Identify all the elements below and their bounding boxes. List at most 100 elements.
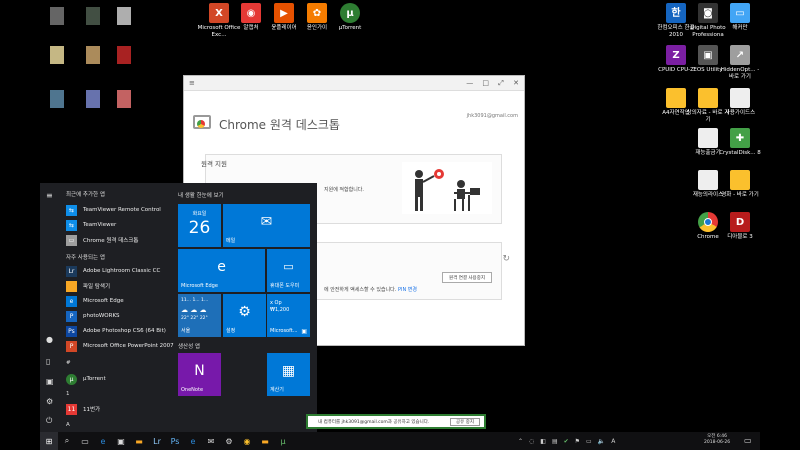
folder-icon[interactable]: ▬ <box>256 432 274 450</box>
app-edge[interactable]: e Microsoft Edge <box>66 294 178 308</box>
ime-label[interactable]: A <box>611 438 615 445</box>
chrome-icon <box>698 212 718 232</box>
store-icon[interactable]: ▣ <box>112 432 130 450</box>
folder-icon <box>66 280 77 292</box>
onenote-icon: N <box>194 362 205 379</box>
document-icon <box>698 170 718 190</box>
power-icon[interactable]: ⏻ <box>46 416 52 426</box>
photoshop-icon[interactable]: Ps <box>166 432 184 450</box>
tile-calculator[interactable]: ▦ 계산기 <box>267 353 310 396</box>
tile-store[interactable]: x Op ₩1,200 Microsoft... ▣ <box>267 294 310 337</box>
cpuz-icon: Z <box>666 45 686 65</box>
tray-app-icon[interactable]: ▤ <box>552 438 558 445</box>
app-utorrent[interactable]: µ μTorrent <box>66 372 178 386</box>
refresh-icon[interactable]: ↻ <box>502 254 510 264</box>
11st-icon: 11 <box>66 403 77 415</box>
remote-support-title: 원격 지원 <box>201 160 227 168</box>
lightroom-icon[interactable]: Lr <box>148 432 166 450</box>
num-header[interactable]: 1 <box>66 391 70 397</box>
desktop-icon-label: HiddenOpt... - 바로 가기 <box>720 67 760 80</box>
minimize-icon[interactable]: — <box>466 79 473 87</box>
stop-sharing-button[interactable]: 공유 중지 <box>450 418 480 426</box>
tray-app-icon[interactable]: ✔ <box>564 438 569 445</box>
document-icon <box>698 128 718 148</box>
settings-icon[interactable]: ⚙ <box>220 432 238 450</box>
utorrent-icon: µ <box>340 3 360 23</box>
window-title: Chrome 원격 데스크톱 <box>219 118 340 132</box>
start-icon[interactable]: ⊞ <box>40 432 58 450</box>
desktop-icon-utorrent[interactable]: µ μTorrent <box>328 3 372 32</box>
powerpoint-icon: P <box>66 340 77 352</box>
tile-edge[interactable]: e Microsoft Edge <box>178 249 265 292</box>
chrome-icon[interactable]: ◉ <box>238 432 256 450</box>
disable-remote-button[interactable]: 원격 연결 사용중지 <box>442 272 492 283</box>
settings-icon: ⚙ <box>238 303 251 320</box>
app-teamviewer[interactable]: ⇆ TeamViewer <box>66 218 178 232</box>
window-menu-icon[interactable]: ≡ <box>189 79 195 87</box>
edge-icon[interactable]: e <box>184 432 202 450</box>
phone-icon: ▭ <box>283 260 294 273</box>
desktop-icon-crystaldisk[interactable]: ✚ CrystalDisk... 8 <box>718 128 762 157</box>
app-photoworks[interactable]: PphotoWORKS <box>66 309 178 323</box>
app-11st[interactable]: 11 11번가 <box>66 402 178 416</box>
desktop-icon-diablo[interactable]: D 디아블로 3 <box>718 212 762 241</box>
document-icon[interactable]: ▯ <box>46 357 50 366</box>
app-icon: ▭ <box>730 3 750 23</box>
maximize-icon[interactable]: □ <box>482 79 489 87</box>
folder-icon <box>698 88 718 108</box>
app-lightroom[interactable]: Lr Adobe Lightroom Classic CC <box>66 264 178 278</box>
pin-change-link[interactable]: PIN 변경 <box>398 287 417 293</box>
desktop-icon-app[interactable]: ▭ 해커만 <box>718 3 762 32</box>
mail-icon[interactable]: ✉ <box>202 432 220 450</box>
tray-app-icon[interactable]: ◌ <box>529 438 534 445</box>
app-photoshop[interactable]: Ps Adobe Photoshop CS6 (64 Bit) <box>66 324 178 338</box>
tile-calendar[interactable]: 화요일 26 <box>178 204 221 247</box>
frequent-apps-header: 자주 사용되는 앱 <box>66 255 105 261</box>
speaker-icon[interactable]: 🔈 <box>598 438 605 445</box>
edge-icon: e <box>66 295 77 307</box>
fullscreen-icon[interactable]: ⤢ <box>498 79 504 87</box>
tile-phone-companion[interactable]: ▭ 휴대폰 도우미 <box>267 249 310 292</box>
a-header[interactable]: A <box>66 422 70 428</box>
start-rail: ≡ ● ▯ ▣ ⚙ ⏻ <box>40 183 62 432</box>
explorer-icon[interactable]: ▬ <box>130 432 148 450</box>
lightroom-icon: Lr <box>66 265 77 277</box>
tile-mail[interactable]: ✉ 메일 <box>223 204 310 247</box>
recent-apps-header: 최근에 추가한 앱 <box>66 192 105 198</box>
weather-cloud-icons: ☁ ☁ ☁ <box>181 306 207 314</box>
settings-icon[interactable]: ⚙ <box>46 397 53 406</box>
action-center-icon[interactable]: ▭ <box>744 436 752 445</box>
tiles-group-header: 내 생활 한눈에 보기 <box>178 193 224 199</box>
tile-weather[interactable]: 11... 1... 1... ☁ ☁ ☁ 22° 22° 22° 서울 <box>178 294 221 337</box>
app-chrome-remote-desktop[interactable]: ▭ Chrome 원격 데스크톱 <box>66 233 178 247</box>
app-file-explorer[interactable]: 파일 탐색기 <box>66 279 178 293</box>
productivity-header: 생산성 앱 <box>178 344 200 350</box>
utorrent-icon[interactable]: µ <box>274 432 292 450</box>
tile-settings[interactable]: ⚙ 설정 <box>223 294 266 337</box>
desktop-icon-hiddenopt[interactable]: ↗ HiddenOpt... - 바로 가기 <box>718 45 762 81</box>
app-powerpoint[interactable]: P Microsoft Office PowerPoint 2007 <box>66 339 178 353</box>
tray-app-icon[interactable]: ◧ <box>540 438 546 445</box>
clock-date: 2018-06-26 <box>704 440 731 445</box>
desktop-icon-movie[interactable]: 영화 - 바로 가기 <box>718 170 762 199</box>
close-icon[interactable]: ✕ <box>513 79 519 87</box>
taskbar: ⊞ ⌕ ▭ e ▣ ▬ Lr Ps e ✉ ⚙ ◉ ▬ µ ⌃ ◌ ◧ ▤ ✔ … <box>40 432 760 450</box>
search-icon[interactable]: ⌕ <box>58 432 76 450</box>
pictures-icon[interactable]: ▣ <box>46 377 54 386</box>
taskview-icon[interactable]: ▭ <box>76 432 94 450</box>
alcapture-icon: ◉ <box>241 3 261 23</box>
tray-app-icon[interactable]: ⚑ <box>575 438 580 445</box>
network-icon[interactable]: ▭ <box>586 438 592 445</box>
hamburger-icon[interactable]: ≡ <box>46 191 53 200</box>
account-email[interactable]: jhk3091@gmail.com <box>467 113 518 119</box>
window-titlebar[interactable]: ≡ — □ ⤢ ✕ <box>184 76 524 91</box>
remote-desktop-logo-icon <box>193 115 211 129</box>
desktop-icon-guide[interactable]: 사용가이드스 <box>718 88 762 117</box>
app-teamviewer-remote[interactable]: ⇆ TeamViewer Remote Control <box>66 203 178 217</box>
tray-arrow-icon[interactable]: ⌃ <box>518 438 523 445</box>
edge-icon[interactable]: e <box>94 432 112 450</box>
taskbar-clock[interactable]: 오전 6:46 2018-06-26 <box>704 434 730 446</box>
hash-header[interactable]: # <box>66 360 71 366</box>
tile-onenote[interactable]: N OneNote <box>178 353 221 396</box>
user-icon[interactable]: ● <box>46 335 53 344</box>
